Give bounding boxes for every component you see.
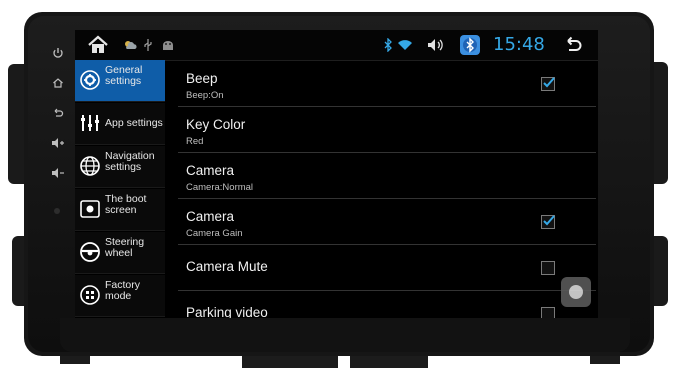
setting-subtitle: Red xyxy=(186,136,204,147)
wifi-icon xyxy=(397,30,413,60)
back-icon[interactable] xyxy=(563,30,583,60)
sidebar-item-label: Navigation settings xyxy=(105,150,155,173)
checkmark-icon xyxy=(543,77,555,88)
volume-up-icon[interactable] xyxy=(46,134,70,154)
setting-subtitle: Camera:Normal xyxy=(186,182,254,193)
android-icon xyxy=(161,30,175,60)
settings-list: Beep Beep:On Key Color Red Camera Camera… xyxy=(178,60,598,318)
volume-icon[interactable] xyxy=(427,30,445,60)
setting-subtitle: Camera Gain xyxy=(186,228,243,239)
home-icon[interactable] xyxy=(87,30,109,60)
setting-row-beep[interactable]: Beep Beep:On xyxy=(178,60,596,107)
mount-bracket xyxy=(242,354,338,368)
home-icon[interactable] xyxy=(46,74,70,94)
setting-title: Camera xyxy=(186,209,235,224)
setting-subtitle: Beep:On xyxy=(186,90,224,101)
checkmark-icon xyxy=(543,215,555,226)
volume-down-icon[interactable] xyxy=(46,164,70,184)
power-icon[interactable] xyxy=(46,44,70,64)
assistive-dot-icon xyxy=(569,285,583,299)
sidebar-item-label: General settings xyxy=(105,64,143,87)
setting-row-parking-video[interactable]: Parking video xyxy=(178,290,596,318)
setting-row-camera-mute[interactable]: Camera Mute xyxy=(178,244,596,291)
sidebar-item-app-settings[interactable]: App settings xyxy=(75,103,165,145)
bluetooth-icon xyxy=(383,30,393,60)
sidebar-item-factory-mode[interactable]: Factory mode xyxy=(75,275,165,317)
sidebar-item-label: App settings xyxy=(105,117,163,129)
boot-screen-icon xyxy=(80,200,100,218)
setting-title: Key Color xyxy=(186,117,246,132)
sidebar-item-label: Factory mode xyxy=(105,279,141,302)
device-bottom-lip xyxy=(60,318,630,352)
sidebar-item-boot-screen[interactable]: The boot screen xyxy=(75,189,165,231)
sidebar-item-general-settings[interactable]: General settings xyxy=(75,60,165,102)
setting-row-camera-mode[interactable]: Camera Camera:Normal xyxy=(178,152,596,199)
camera-gain-checkbox[interactable] xyxy=(541,215,555,229)
sidebar-item-navigation-settings[interactable]: Navigation settings xyxy=(75,146,165,188)
gear-icon xyxy=(80,70,100,90)
setting-title: Beep xyxy=(186,71,218,86)
camera-mute-checkbox[interactable] xyxy=(541,261,555,275)
mount-bracket xyxy=(350,354,428,368)
globe-icon xyxy=(80,156,100,176)
setting-row-camera-gain[interactable]: Camera Camera Gain xyxy=(178,198,596,245)
sidebar-item-label: The boot screen xyxy=(105,193,147,216)
beep-checkbox[interactable] xyxy=(541,77,555,91)
setting-row-key-color[interactable]: Key Color Red xyxy=(178,106,596,153)
usb-icon xyxy=(143,30,153,60)
steering-wheel-icon xyxy=(80,242,100,262)
status-bar: 15:48 xyxy=(75,30,598,61)
setting-title: Camera Mute xyxy=(186,259,268,274)
parking-video-checkbox[interactable] xyxy=(541,307,555,318)
screen: 15:48 General settings App settings Navi… xyxy=(75,30,598,318)
setting-title: Parking video xyxy=(186,305,268,318)
factory-icon xyxy=(80,285,100,305)
sidebar-item-label: Steering wheel xyxy=(105,236,145,259)
settings-sidebar: General settings App settings Navigation… xyxy=(75,60,167,318)
back-icon[interactable] xyxy=(46,104,70,124)
bluetooth-app-icon[interactable] xyxy=(459,30,481,60)
setting-title: Camera xyxy=(186,163,235,178)
weather-icon xyxy=(123,30,137,60)
floating-assistive-button[interactable] xyxy=(561,277,591,307)
clock: 15:48 xyxy=(493,34,545,55)
microphone-hole xyxy=(54,208,60,214)
sliders-icon xyxy=(81,115,99,131)
sidebar-item-steering-wheel[interactable]: Steering wheel xyxy=(75,232,165,274)
